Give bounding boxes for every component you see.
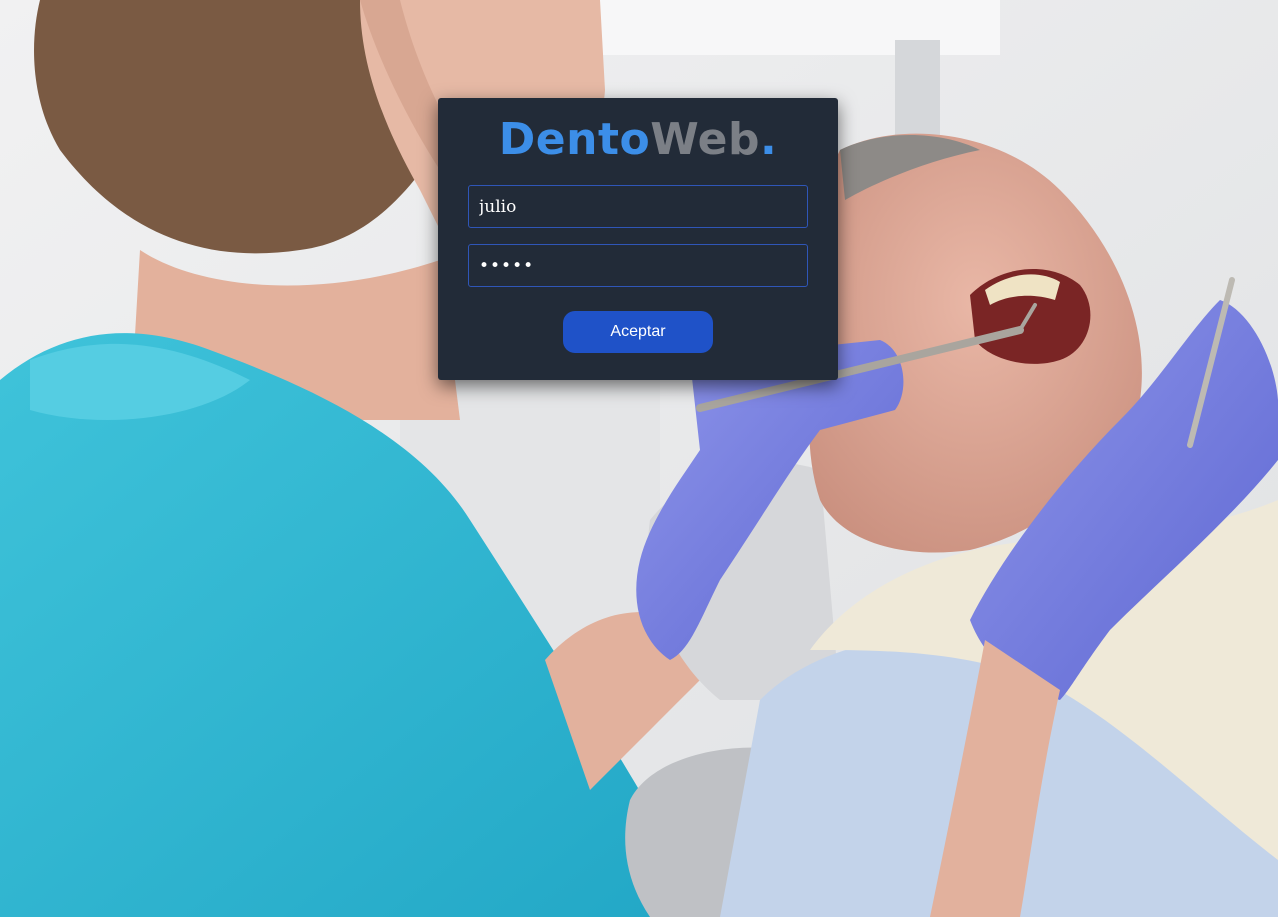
password-input[interactable] (468, 244, 808, 287)
brand-logo-part-b: Web (650, 114, 761, 165)
login-card: DentoWeb. Aceptar (438, 98, 838, 380)
login-page: DentoWeb. Aceptar (0, 0, 1278, 917)
brand-logo-dot: . (760, 114, 778, 165)
brand-logo: DentoWeb. (438, 112, 838, 168)
accept-button[interactable]: Aceptar (563, 311, 713, 353)
username-input[interactable] (468, 185, 808, 228)
brand-logo-part-a: Dento (498, 114, 651, 165)
